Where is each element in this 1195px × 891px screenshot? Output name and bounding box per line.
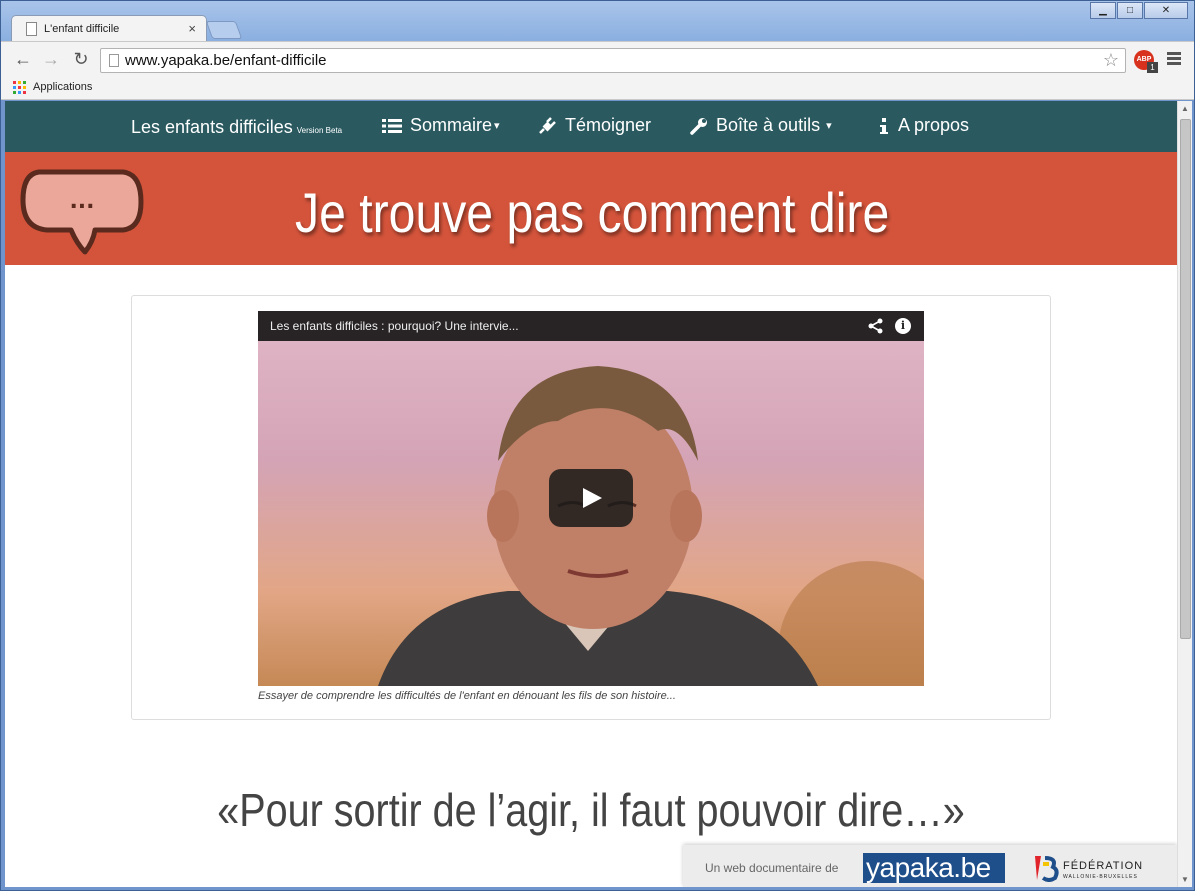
title-bar: L'enfant difficile × ▁ □ ✕ <box>1 1 1194 42</box>
scroll-down-icon[interactable]: ▼ <box>1181 875 1189 884</box>
browser-window: L'enfant difficile × ▁ □ ✕ ← → ↻ www.yap… <box>0 0 1195 891</box>
page-banner: ... Je trouve pas comment dire <box>5 152 1177 265</box>
adblock-count-badge: 1 <box>1147 62 1158 73</box>
nav-sommaire-label: Sommaire <box>410 115 493 135</box>
page-viewport: Les enfants difficiles Version Beta Somma… <box>5 101 1177 887</box>
video-title-bar: Les enfants difficiles : pourquoi? Une i… <box>258 311 924 341</box>
site-navbar: Les enfants difficiles Version Beta Somma… <box>5 101 1177 152</box>
scroll-up-icon[interactable]: ▲ <box>1181 104 1189 113</box>
speech-bubble-icon: ... <box>20 169 144 255</box>
address-url[interactable]: www.yapaka.be/enfant-difficile <box>125 52 327 69</box>
tab-close-button[interactable]: × <box>188 21 196 36</box>
wrench-icon <box>690 117 707 135</box>
video-info-icon[interactable]: i <box>895 318 911 334</box>
maximize-button[interactable]: □ <box>1117 2 1143 19</box>
vertical-scrollbar[interactable]: ▲ ▼ <box>1177 101 1192 887</box>
nav-boite-label: Boîte à outils <box>716 115 821 135</box>
back-button[interactable]: ← <box>13 49 33 69</box>
minimize-button[interactable]: ▁ <box>1090 2 1116 19</box>
video-caption: Essayer de comprendre les difficultés de… <box>258 690 676 702</box>
nav-temoigner[interactable]: Témoigner <box>537 115 651 136</box>
federation-subtitle: WALLONIE-BRUXELLES <box>1063 874 1138 880</box>
page-icon <box>109 54 119 67</box>
forward-button[interactable]: → <box>41 49 61 69</box>
browser-menu-icon[interactable] <box>1167 52 1181 66</box>
nav-a-propos-label: A propos <box>898 115 970 135</box>
video-title[interactable]: Les enfants difficiles : pourquoi? Une i… <box>270 319 519 333</box>
scroll-thumb[interactable] <box>1180 119 1191 639</box>
federation-logo-icon[interactable] <box>1031 854 1061 882</box>
apps-grid-icon[interactable] <box>13 81 26 94</box>
info-icon <box>880 117 888 134</box>
caret-down-icon: ▾ <box>826 120 832 132</box>
plug-icon <box>539 116 556 134</box>
yapaka-logo[interactable]: yapaka.be <box>863 853 1005 883</box>
brand-version-tag: Version Beta <box>296 126 343 135</box>
window-controls: ▁ □ ✕ <box>1089 2 1188 20</box>
partner-bar: Un web documentaire de yapaka.be FÉDÉRAT… <box>683 845 1177 887</box>
apps-bookmark[interactable]: Applications <box>33 81 92 93</box>
tab-title: L'enfant difficile <box>44 23 120 35</box>
document-icon <box>26 22 37 36</box>
nav-boite-a-outils[interactable]: Boîte à outils ▾ <box>690 115 832 136</box>
close-window-button[interactable]: ✕ <box>1144 2 1188 19</box>
caret-down-icon: ▾ <box>494 120 500 132</box>
play-icon <box>583 488 602 508</box>
partner-label: Un web documentaire de <box>705 861 839 875</box>
nav-a-propos[interactable]: A propos <box>878 115 969 136</box>
browser-toolbar: ← → ↻ www.yapaka.be/enfant-difficile ☆ A… <box>1 41 1194 76</box>
nav-sommaire[interactable]: Sommaire ▾ <box>382 115 500 136</box>
bubble-ellipsis: ... <box>69 189 94 214</box>
nav-temoigner-label: Témoigner <box>565 115 652 135</box>
browser-tab[interactable]: L'enfant difficile × <box>11 15 207 42</box>
share-icon[interactable] <box>868 318 884 334</box>
video-player[interactable]: Les enfants difficiles : pourquoi? Une i… <box>258 311 924 686</box>
video-card: Les enfants difficiles : pourquoi? Une i… <box>131 295 1051 720</box>
new-tab-button[interactable] <box>205 21 243 39</box>
address-bar[interactable]: www.yapaka.be/enfant-difficile ☆ <box>100 48 1126 73</box>
list-icon <box>382 118 402 133</box>
play-button[interactable] <box>549 469 633 527</box>
federation-name: FÉDÉRATION <box>1063 860 1144 872</box>
reload-button[interactable]: ↻ <box>71 49 91 69</box>
site-brand[interactable]: Les enfants difficiles Version Beta <box>131 117 342 138</box>
bookmark-star-icon[interactable]: ☆ <box>1103 50 1119 71</box>
page-title: Je trouve pas comment dire <box>295 181 890 244</box>
quote-heading: «Pour sortir de l’agir, il faut pouvoir … <box>217 784 965 836</box>
bookmarks-bar: Applications <box>1 76 1194 100</box>
